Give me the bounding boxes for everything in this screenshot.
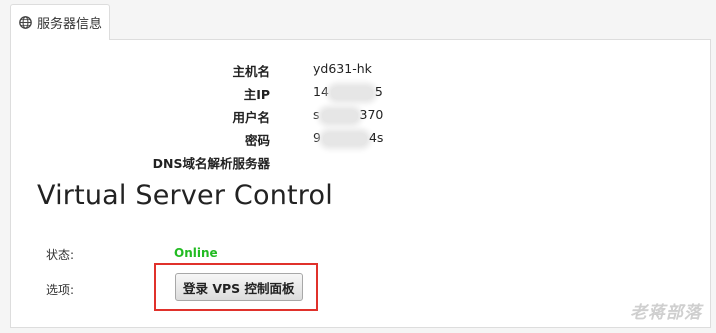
username-prefix: s	[313, 107, 320, 122]
info-row-main-ip: 主IP 14 5	[11, 84, 710, 104]
password-label: 密码	[244, 133, 270, 148]
main-ip-label: 主IP	[243, 87, 270, 102]
status-badge: Online	[174, 246, 218, 260]
watermark: 老蒋部落	[630, 303, 702, 323]
info-row-hostname: 主机名 yd631-hk	[11, 61, 710, 81]
main-ip-prefix: 14	[313, 84, 329, 99]
password-prefix: 9	[313, 130, 321, 145]
dns-label: DNS域名解析服务器	[152, 156, 270, 171]
hostname-value: yd631-hk	[313, 61, 372, 76]
username-label: 用户名	[232, 110, 270, 125]
main-ip-suffix: 5	[374, 84, 383, 99]
redacted-blur	[322, 132, 367, 145]
redacted-blur	[330, 86, 373, 99]
status-label: 状态:	[46, 248, 75, 262]
password-value: 9 4s	[313, 130, 383, 145]
username-value: s 370	[313, 107, 383, 122]
hostname-label: 主机名	[232, 64, 270, 79]
tab-label: 服务器信息	[37, 17, 103, 32]
password-suffix: 4s	[368, 130, 384, 145]
main-ip-value: 14 5	[313, 84, 383, 99]
virtual-server-control-title: Virtual Server Control	[37, 180, 333, 211]
info-row-username: 用户名 s 370	[11, 107, 710, 127]
server-info-panel: 主机名 yd631-hk 主IP 14 5 用户名 s 370 密码 9 4s DNS…	[10, 39, 711, 328]
info-row-password: 密码 9 4s	[11, 130, 710, 150]
username-suffix: 370	[359, 107, 384, 122]
info-row-dns: DNS域名解析服务器	[11, 153, 710, 173]
redacted-blur	[321, 109, 358, 122]
globe-icon	[19, 16, 32, 29]
tab-server-info[interactable]: 服务器信息	[10, 4, 110, 40]
options-label: 选项:	[46, 283, 75, 297]
login-vps-control-panel-button[interactable]: 登录 VPS 控制面板	[175, 273, 303, 301]
